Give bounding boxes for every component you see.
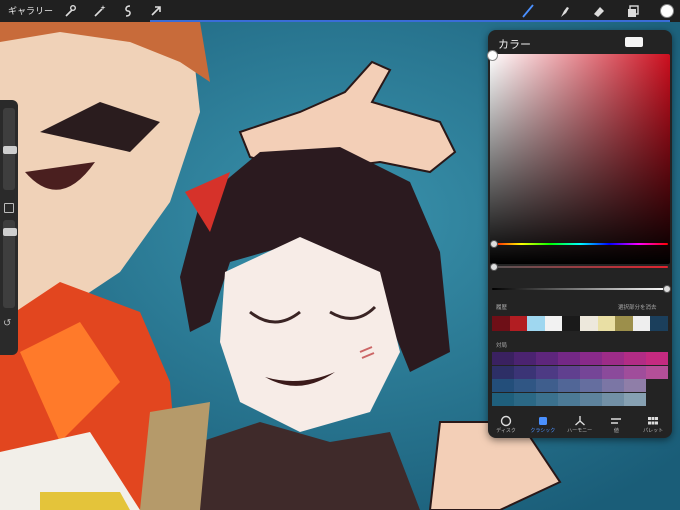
harmony-icon [574, 412, 586, 426]
picker-handle[interactable] [487, 50, 498, 61]
brightness-slider[interactable] [492, 285, 671, 293]
wrench-icon[interactable] [62, 3, 78, 19]
palette-swatch[interactable] [646, 352, 668, 365]
undo-icon[interactable]: ↺ [3, 318, 11, 329]
palette-swatch[interactable] [558, 352, 580, 365]
layers-icon[interactable] [625, 3, 641, 19]
hue-slider-knob[interactable] [490, 240, 498, 248]
classic-square-icon [537, 412, 549, 425]
history-swatch[interactable] [544, 316, 563, 331]
saturation-slider[interactable] [490, 263, 668, 271]
palette-swatch[interactable] [580, 392, 602, 406]
palette-swatch[interactable] [536, 379, 558, 392]
palette-swatch[interactable] [602, 365, 624, 379]
palette-swatch[interactable] [514, 352, 536, 365]
smudge-icon[interactable] [556, 3, 572, 19]
palette-swatch[interactable] [602, 352, 624, 365]
palette-swatch[interactable] [602, 392, 624, 406]
palette-swatch[interactable] [558, 365, 580, 379]
eraser-icon[interactable] [591, 3, 607, 19]
palette-swatch[interactable] [536, 352, 558, 365]
hue-slider[interactable] [490, 240, 668, 248]
brush-size-knob[interactable] [3, 146, 17, 154]
magic-wand-icon[interactable] [92, 3, 108, 19]
history-swatch[interactable] [632, 316, 651, 331]
palette-swatch[interactable] [624, 379, 646, 392]
history-label: 履歴 [496, 305, 508, 311]
left-sidebar: ↺ [0, 100, 18, 355]
palette-row [492, 392, 646, 406]
history-swatch[interactable] [650, 316, 668, 331]
palette-swatch[interactable] [624, 352, 646, 365]
palette-grid-icon [647, 412, 659, 425]
history-swatch[interactable] [562, 316, 580, 331]
palette-swatch[interactable] [536, 365, 558, 379]
clear-history-button[interactable]: 選択部分を消去 [618, 303, 657, 311]
palette-swatch[interactable] [492, 379, 514, 392]
palette-swatch[interactable] [492, 365, 514, 379]
saturation-brightness-picker[interactable] [487, 50, 670, 264]
top-toolbar: ギャラリー [0, 0, 680, 22]
current-color-swatch[interactable] [625, 37, 643, 47]
tab-label: 値 [613, 428, 619, 434]
tab-classic-square[interactable]: クラシック [525, 412, 561, 434]
history-swatch[interactable] [492, 316, 510, 331]
tab-palette-grid[interactable]: パレット [635, 412, 671, 434]
palette-swatch[interactable] [624, 365, 646, 379]
palette-swatch[interactable] [580, 365, 602, 379]
history-swatch[interactable] [615, 316, 633, 331]
history-swatch[interactable] [509, 316, 528, 331]
selection-icon[interactable] [120, 3, 136, 19]
palette-swatch[interactable] [580, 379, 602, 392]
gallery-button[interactable]: ギャラリー [8, 4, 53, 17]
palette-row [492, 379, 646, 392]
color-history-row [492, 316, 668, 331]
tab-value-sliders[interactable]: 値 [598, 412, 634, 434]
value-sliders-icon [610, 412, 622, 424]
palette-swatch[interactable] [602, 379, 624, 392]
palette-swatch[interactable] [514, 365, 536, 379]
palette-swatch[interactable] [558, 379, 580, 392]
history-swatch[interactable] [527, 316, 545, 331]
tab-disc[interactable]: ディスク [488, 412, 524, 434]
palette-row [492, 352, 668, 365]
palette-swatch[interactable] [492, 352, 514, 365]
palette-swatch[interactable] [624, 392, 646, 406]
disc-icon [500, 412, 512, 427]
saturation-slider-knob[interactable] [490, 263, 498, 271]
color-palette [492, 352, 668, 406]
color-swatch-icon[interactable] [659, 3, 675, 19]
tab-label: クラシック [530, 428, 556, 434]
tab-label: パレット [643, 428, 664, 434]
palette-row [492, 365, 668, 379]
modify-button[interactable] [4, 203, 14, 213]
palette-swatch[interactable] [536, 392, 558, 406]
opacity-slider[interactable] [3, 220, 17, 308]
brightness-slider-knob[interactable] [663, 285, 671, 293]
tab-label: ディスク [496, 428, 516, 434]
brush-size-slider[interactable] [3, 108, 17, 190]
history-swatch[interactable] [597, 316, 616, 331]
active-tool-indicator [150, 20, 670, 22]
brush-icon[interactable] [520, 3, 536, 19]
color-mode-tabs: ディスク クラシック ハーモニー 値 パレット [488, 410, 672, 438]
palette-swatch[interactable] [580, 352, 602, 365]
opacity-knob[interactable] [3, 228, 17, 236]
palette-swatch[interactable] [492, 392, 514, 406]
color-panel: カラー 履歴 選択部分を消去 対局 ディスク クラシック ハーモニー 値 パレット [487, 30, 672, 438]
history-swatch[interactable] [579, 316, 598, 331]
palette-swatch[interactable] [514, 379, 536, 392]
transform-arrow-icon[interactable] [148, 3, 164, 19]
palette-swatch[interactable] [514, 392, 536, 406]
tab-harmony[interactable]: ハーモニー [562, 412, 598, 434]
palette-label: 対局 [496, 343, 508, 349]
palette-swatch[interactable] [646, 365, 668, 379]
palette-swatch[interactable] [558, 392, 580, 406]
color-panel-title: カラー [498, 38, 531, 51]
tab-label: ハーモニー [567, 428, 593, 434]
